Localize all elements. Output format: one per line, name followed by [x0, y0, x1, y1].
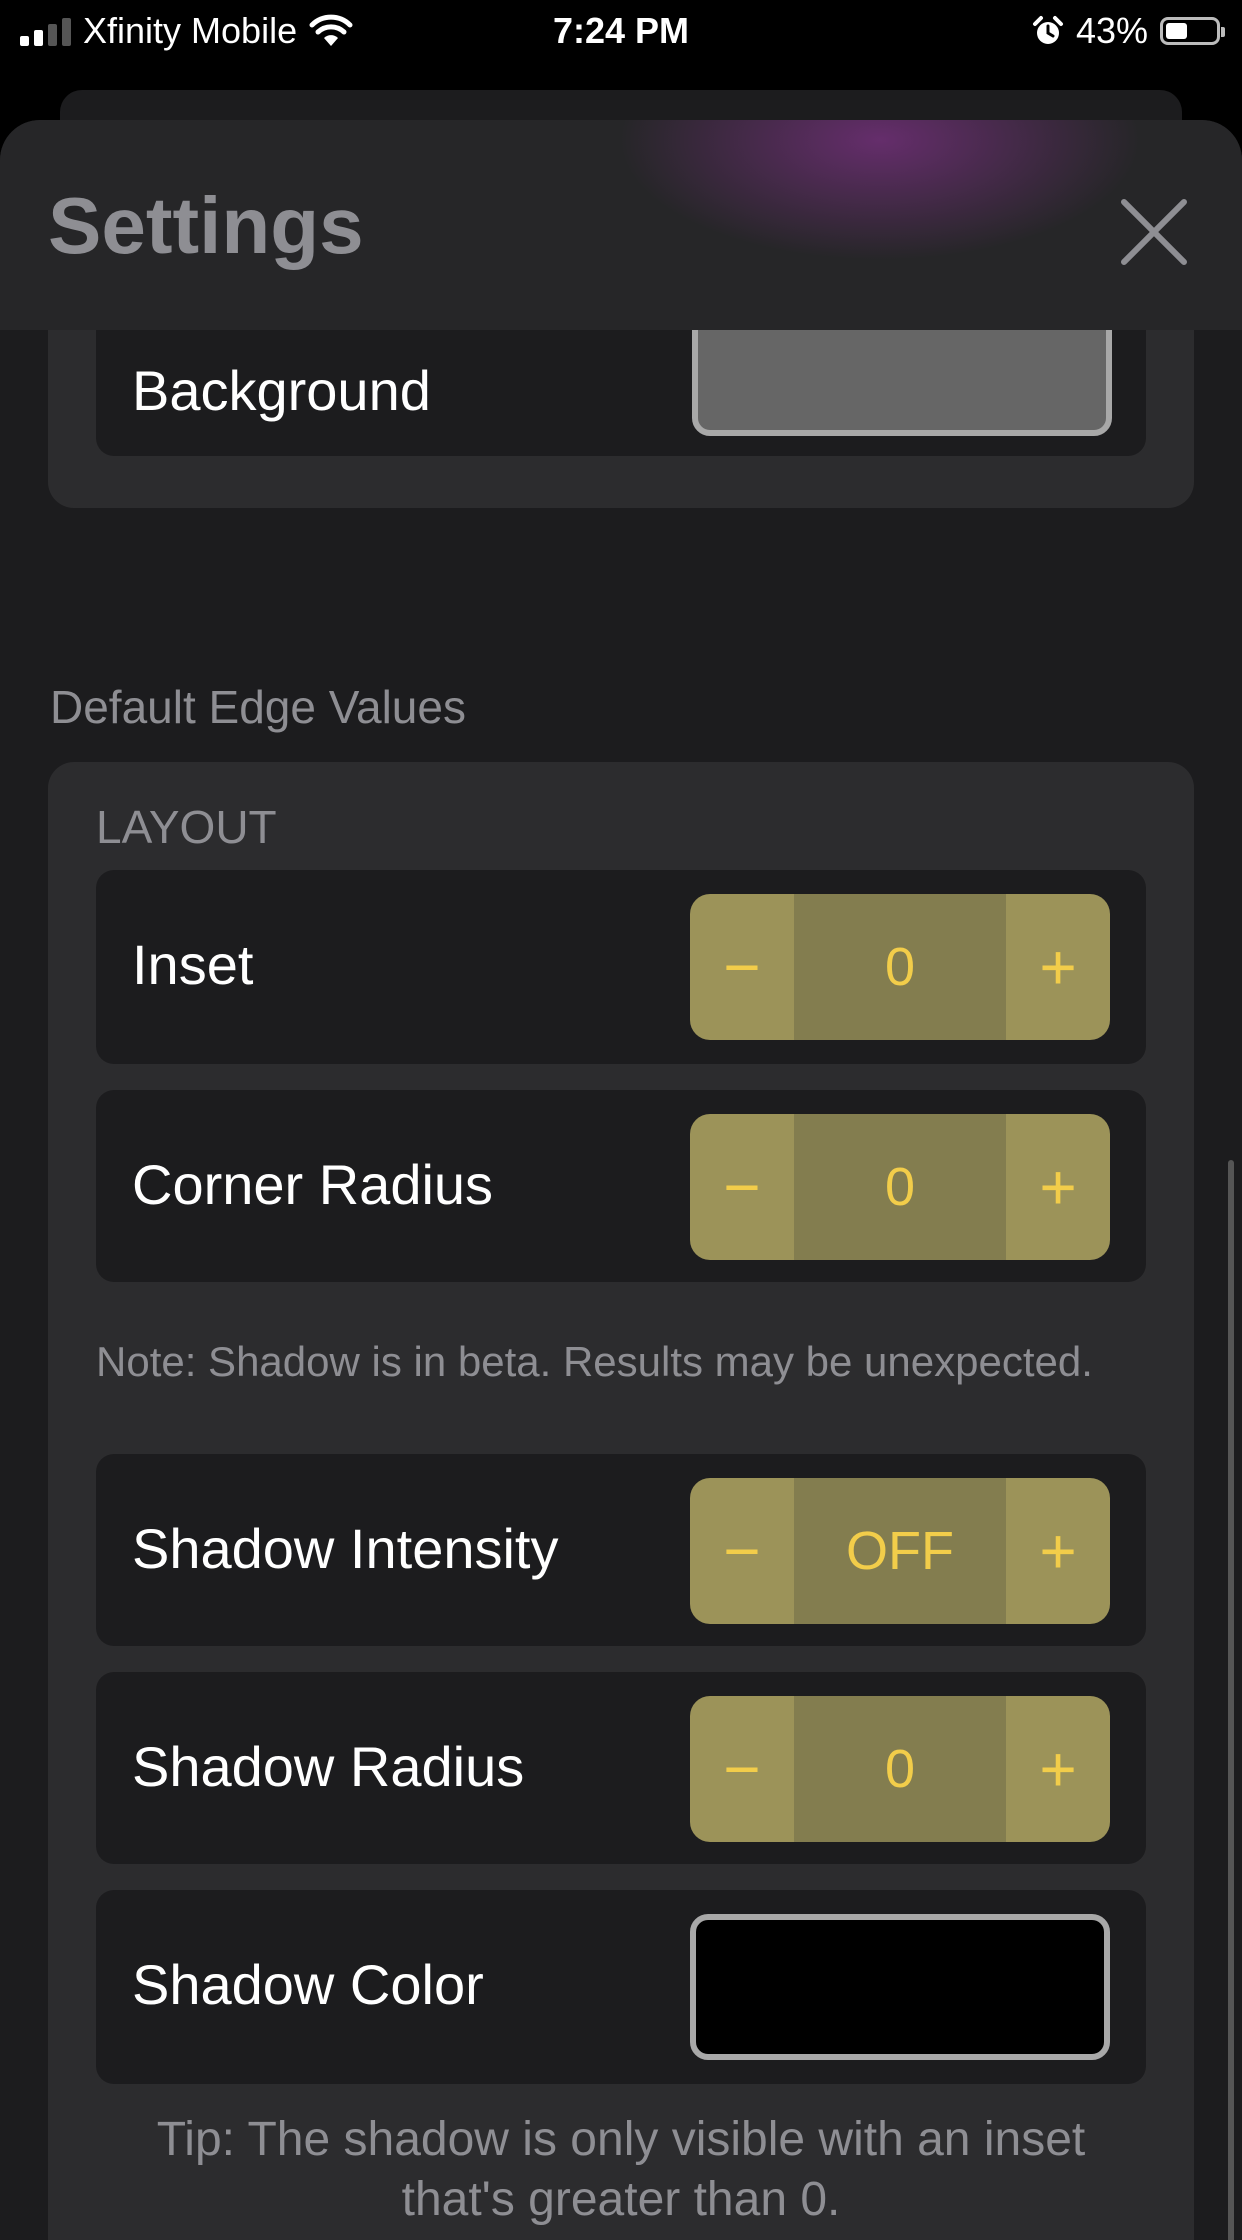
battery-percent: 43% — [1075, 10, 1148, 51]
shadow-intensity-stepper[interactable]: − OFF + — [690, 1478, 1110, 1624]
shadow-tip: Tip: The shadow is only visible with an … — [156, 2113, 1086, 2226]
background-label: Background — [132, 359, 431, 422]
inset-stepper[interactable]: − 0 + — [690, 894, 1110, 1040]
status-bar: Xfinity Mobile 7:24 PM 43% — [0, 0, 1242, 64]
page-title: Settings — [48, 181, 364, 270]
shadow-radius-increment-button[interactable]: + — [1006, 1696, 1110, 1842]
shadow-color-swatch[interactable] — [690, 1914, 1110, 2060]
shadow-intensity-increment-button[interactable]: + — [1006, 1478, 1110, 1624]
shadow-radius-value: 0 — [794, 1696, 1006, 1842]
scroll-indicator — [1228, 1160, 1234, 2240]
corner-radius-value: 0 — [794, 1114, 1006, 1260]
shadow-radius-decrement-button[interactable]: − — [690, 1696, 794, 1842]
shadow-intensity-value: OFF — [794, 1478, 1006, 1624]
background-color-swatch[interactable] — [692, 330, 1112, 436]
corner-radius-decrement-button[interactable]: − — [690, 1114, 794, 1260]
alarm-icon — [1032, 16, 1063, 44]
corner-radius-label: Corner Radius — [132, 1153, 494, 1216]
status-right: 43% — [1032, 10, 1225, 52]
shadow-beta-note: Note: Shadow is in beta. Results may be … — [96, 1338, 1093, 1385]
settings-sheet: Settings Background Default Edge Values … — [0, 120, 1242, 2240]
inset-label: Inset — [132, 933, 254, 996]
section-title: Default Edge Values — [50, 681, 466, 733]
sheet-header: Settings — [0, 120, 1242, 330]
inset-increment-button[interactable]: + — [1006, 894, 1110, 1040]
shadow-color-label: Shadow Color — [132, 1953, 484, 2016]
appearance-group: Background — [48, 330, 1194, 508]
settings-scroll[interactable]: Background Default Edge Values LAYOUT In… — [0, 330, 1242, 2240]
corner-radius-increment-button[interactable]: + — [1006, 1114, 1110, 1260]
battery-icon — [1160, 17, 1225, 45]
inset-decrement-button[interactable]: − — [690, 894, 794, 1040]
corner-radius-stepper[interactable]: − 0 + — [690, 1114, 1110, 1260]
layout-header: LAYOUT — [96, 801, 277, 853]
shadow-radius-label: Shadow Radius — [132, 1735, 525, 1798]
close-icon[interactable] — [1114, 192, 1194, 272]
shadow-radius-stepper[interactable]: − 0 + — [690, 1696, 1110, 1842]
background-row[interactable]: Background — [96, 330, 1146, 456]
inset-value: 0 — [794, 894, 1006, 1040]
shadow-intensity-decrement-button[interactable]: − — [690, 1478, 794, 1624]
shadow-intensity-label: Shadow Intensity — [132, 1517, 559, 1580]
